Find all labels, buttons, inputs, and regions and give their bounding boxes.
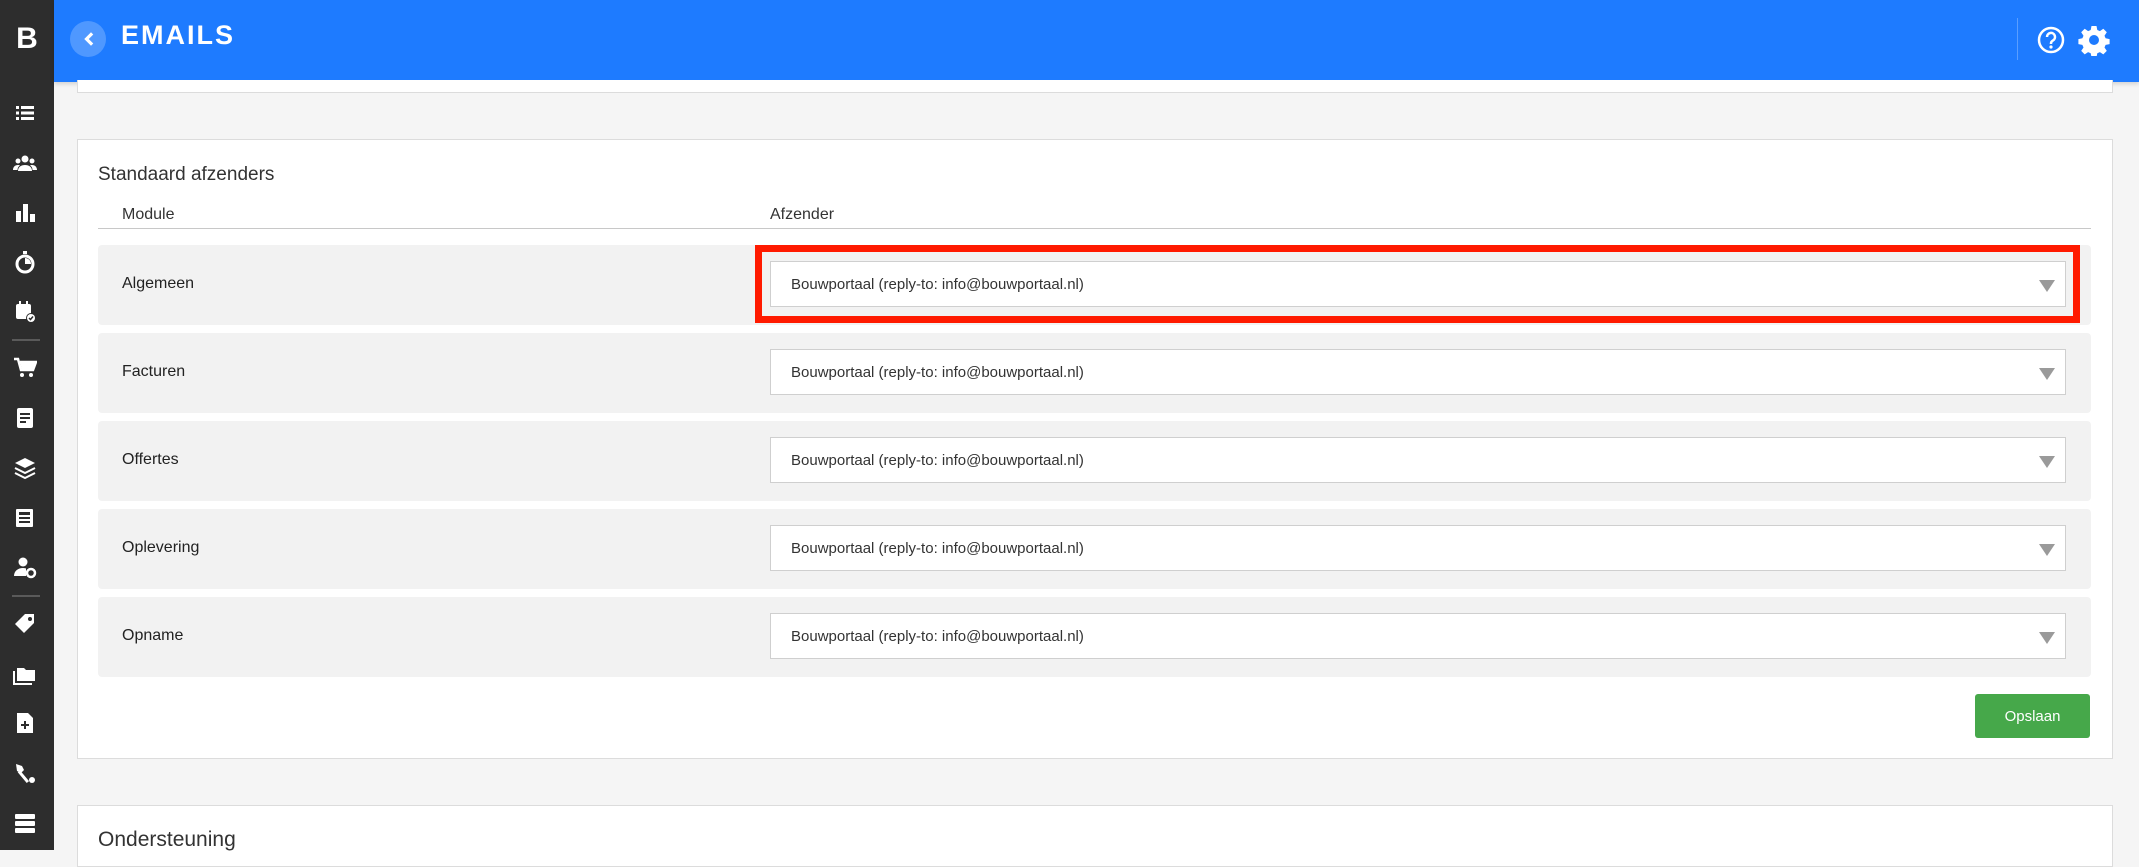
sender-row-offertes: Offertes Bouwportaal (reply-to: info@bou… xyxy=(98,421,2091,501)
save-button[interactable]: Opslaan xyxy=(1975,694,2090,738)
select-value: Bouwportaal (reply-to: info@bouwportaal.… xyxy=(791,628,1084,645)
bar-chart-icon[interactable] xyxy=(12,200,38,226)
section-title: Ondersteuning xyxy=(98,828,236,851)
sender-select-algemeen[interactable]: Bouwportaal (reply-to: info@bouwportaal.… xyxy=(770,261,2066,307)
sender-row-oplevering: Oplevering Bouwportaal (reply-to: info@b… xyxy=(98,509,2091,589)
calendar-check-icon[interactable] xyxy=(12,299,38,325)
previous-section-card xyxy=(77,80,2113,93)
sidebar: B xyxy=(0,0,54,850)
select-value: Bouwportaal (reply-to: info@bouwportaal.… xyxy=(791,364,1084,381)
caret-down-icon xyxy=(2039,368,2055,380)
header-divider-line xyxy=(98,228,2091,229)
app-logo[interactable]: B xyxy=(0,0,54,78)
module-label: Offertes xyxy=(122,451,179,468)
back-button[interactable] xyxy=(70,21,106,57)
help-icon[interactable] xyxy=(2036,25,2066,55)
module-label: Opname xyxy=(122,627,184,644)
user-cog-icon[interactable] xyxy=(12,554,38,580)
sender-row-algemeen: Algemeen Bouwportaal (reply-to: info@bou… xyxy=(98,245,2091,325)
sender-select-offertes[interactable]: Bouwportaal (reply-to: info@bouwportaal.… xyxy=(770,437,2066,483)
standard-senders-card: Standaard afzenders Module Afzender Alge… xyxy=(77,139,2113,759)
sidebar-separator xyxy=(12,595,40,597)
module-label: Algemeen xyxy=(122,275,195,292)
folders-icon[interactable] xyxy=(12,661,38,687)
header-divider xyxy=(2017,18,2018,60)
sender-select-facturen[interactable]: Bouwportaal (reply-to: info@bouwportaal.… xyxy=(770,349,2066,395)
chevron-left-icon xyxy=(84,32,94,46)
users-icon[interactable] xyxy=(12,150,38,176)
caret-down-icon xyxy=(2039,544,2055,556)
column-header-sender: Afzender xyxy=(770,206,835,223)
module-label: Oplevering xyxy=(122,539,200,556)
sender-row-facturen: Facturen Bouwportaal (reply-to: info@bou… xyxy=(98,333,2091,413)
document-icon[interactable] xyxy=(12,405,38,431)
caret-down-icon xyxy=(2039,456,2055,468)
tools-icon[interactable] xyxy=(12,760,38,786)
cart-icon[interactable] xyxy=(12,355,38,381)
caret-down-icon xyxy=(2039,632,2055,644)
newspaper-icon[interactable] xyxy=(12,505,38,531)
gear-icon[interactable] xyxy=(2078,24,2110,58)
sidebar-separator xyxy=(12,339,40,341)
server-icon[interactable] xyxy=(12,810,38,836)
module-label: Facturen xyxy=(122,363,186,380)
caret-down-icon xyxy=(2039,280,2055,292)
file-plus-icon[interactable] xyxy=(12,710,38,736)
column-header-module: Module xyxy=(122,206,175,223)
sender-select-opname[interactable]: Bouwportaal (reply-to: info@bouwportaal.… xyxy=(770,613,2066,659)
select-value: Bouwportaal (reply-to: info@bouwportaal.… xyxy=(791,276,1084,293)
sender-row-opname: Opname Bouwportaal (reply-to: info@bouwp… xyxy=(98,597,2091,677)
stopwatch-icon[interactable] xyxy=(12,249,38,275)
select-value: Bouwportaal (reply-to: info@bouwportaal.… xyxy=(791,452,1084,469)
layers-icon[interactable] xyxy=(12,455,38,481)
section-title: Standaard afzenders xyxy=(98,164,275,185)
list-icon[interactable] xyxy=(12,100,38,126)
top-header: EMAILS xyxy=(54,0,2139,82)
sender-select-oplevering[interactable]: Bouwportaal (reply-to: info@bouwportaal.… xyxy=(770,525,2066,571)
page-title: EMAILS xyxy=(121,20,236,50)
select-value: Bouwportaal (reply-to: info@bouwportaal.… xyxy=(791,540,1084,557)
support-card: Ondersteuning xyxy=(77,805,2113,867)
tag-icon[interactable] xyxy=(12,611,38,637)
